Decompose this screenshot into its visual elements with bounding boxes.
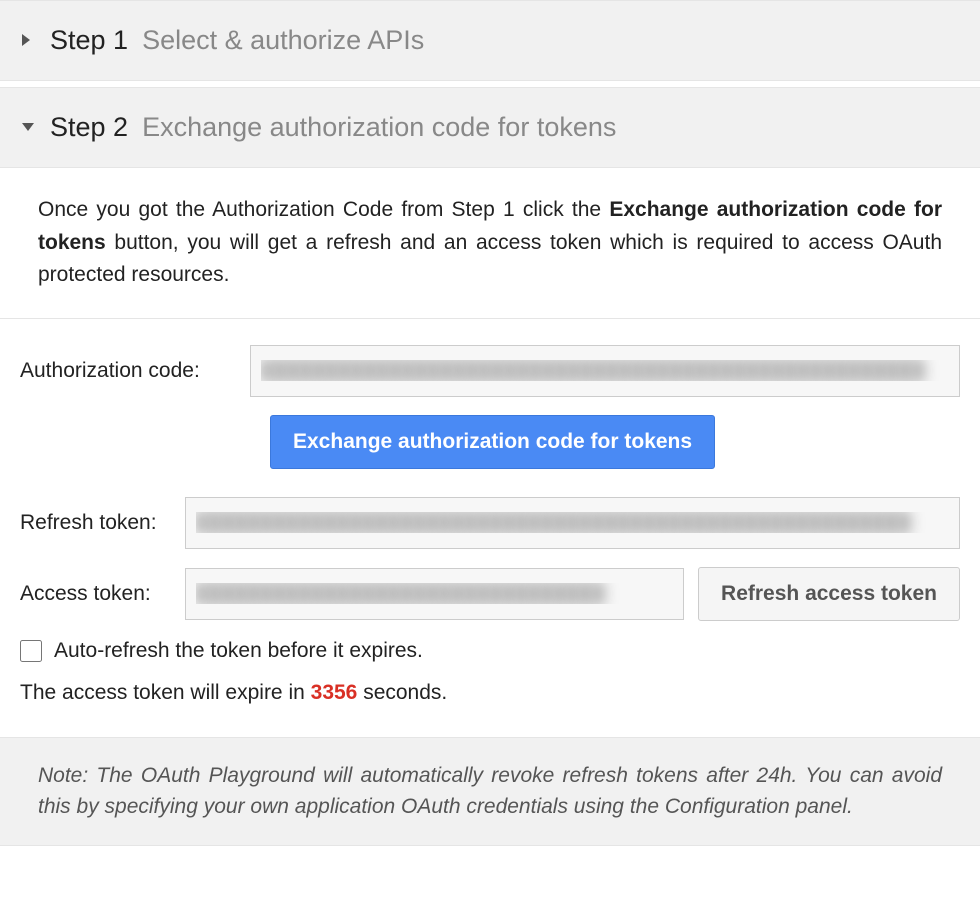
intro-text-suffix: button, you will get a refresh and an ac… (38, 231, 942, 287)
auto-refresh-label: Auto-refresh the token before it expires… (54, 639, 423, 663)
auto-refresh-row: Auto-refresh the token before it expires… (20, 639, 960, 663)
expire-line: The access token will expire in 3356 sec… (20, 681, 960, 705)
step2-description: Exchange authorization code for tokens (142, 112, 616, 143)
refresh-access-token-button[interactable]: Refresh access token (698, 567, 960, 621)
refresh-token-row: Refresh token: (20, 497, 960, 549)
step1-header[interactable]: Step 1 Select & authorize APIs (0, 0, 980, 81)
step1-label: Step 1 (50, 25, 128, 56)
step2-intro: Once you got the Authorization Code from… (0, 168, 980, 319)
expire-seconds: 3356 (311, 681, 358, 704)
step1-description: Select & authorize APIs (142, 25, 424, 56)
authorization-code-label: Authorization code: (20, 359, 250, 383)
chevron-down-icon (22, 120, 36, 136)
intro-text-prefix: Once you got the Authorization Code from… (38, 198, 609, 221)
access-token-input[interactable] (185, 568, 684, 620)
refresh-token-input[interactable] (185, 497, 960, 549)
note-panel: Note: The OAuth Playground will automati… (0, 737, 980, 846)
step2-form: Authorization code: Exchange authorizati… (0, 319, 980, 737)
expire-prefix: The access token will expire in (20, 681, 311, 704)
exchange-button-row: Exchange authorization code for tokens (270, 415, 960, 469)
note-text: Note: The OAuth Playground will automati… (38, 764, 942, 819)
chevron-right-icon (22, 33, 36, 49)
access-token-label: Access token: (20, 582, 185, 606)
access-token-row: Access token: Refresh access token (20, 567, 960, 621)
expire-suffix: seconds. (357, 681, 447, 704)
auto-refresh-checkbox[interactable] (20, 640, 42, 662)
refresh-token-label: Refresh token: (20, 511, 185, 535)
step2-header[interactable]: Step 2 Exchange authorization code for t… (0, 87, 980, 168)
authorization-code-input[interactable] (250, 345, 960, 397)
authorization-code-row: Authorization code: (20, 345, 960, 397)
exchange-authorization-code-button[interactable]: Exchange authorization code for tokens (270, 415, 715, 469)
step2-label: Step 2 (50, 112, 128, 143)
